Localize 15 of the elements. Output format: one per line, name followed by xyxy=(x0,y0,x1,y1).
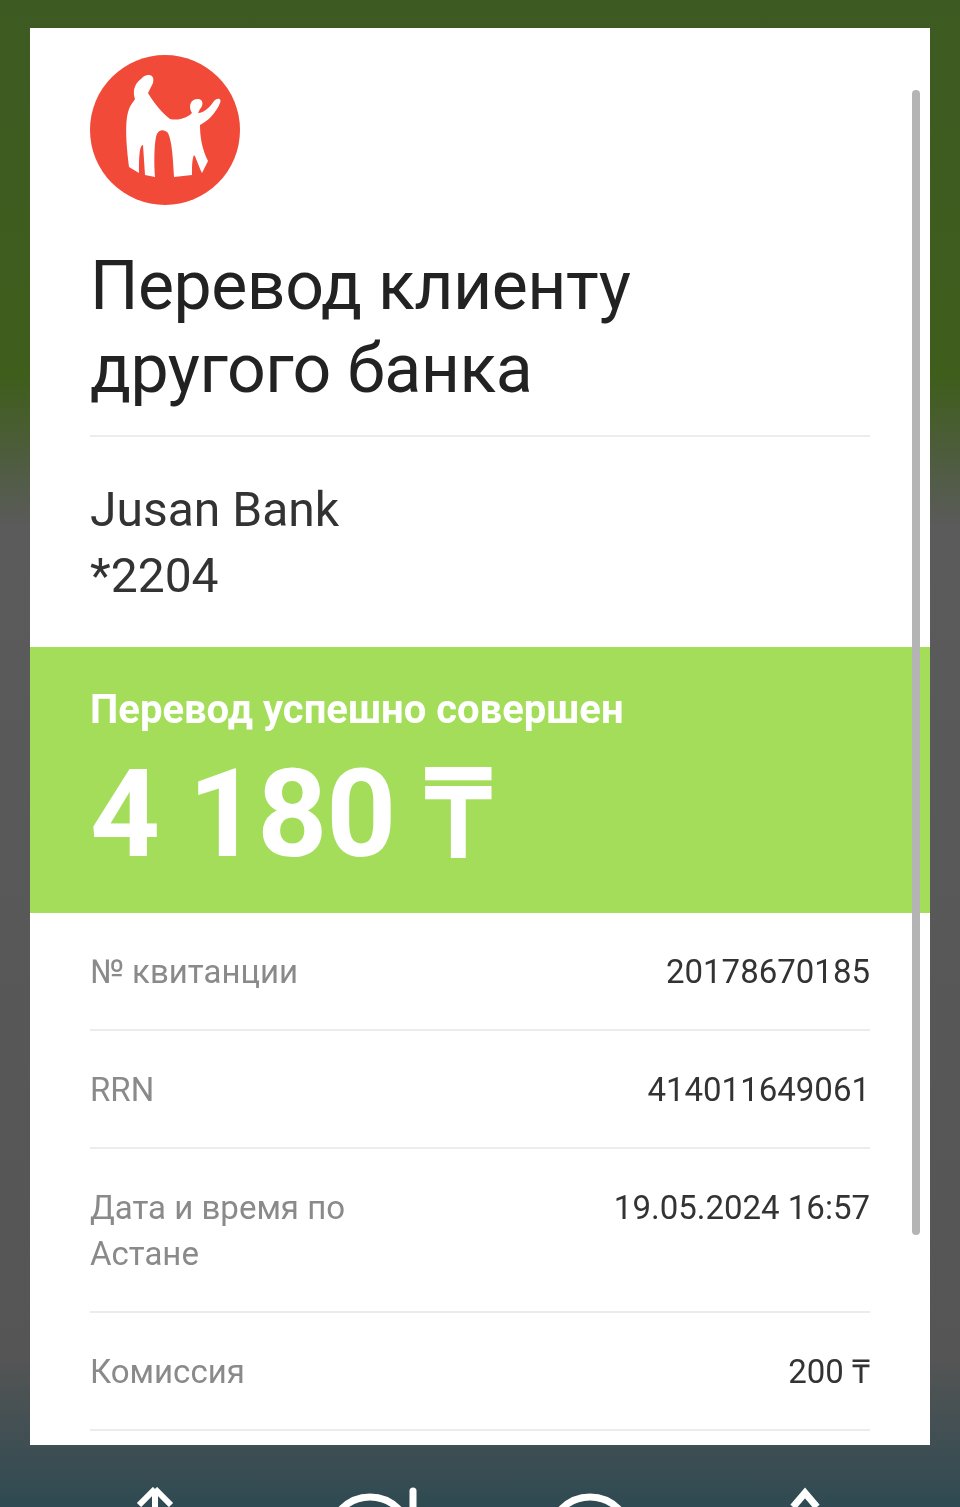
detail-label: Комиссия xyxy=(90,1351,245,1393)
page-title: Перевод клиенту другого банка xyxy=(90,245,632,411)
detail-label: Дата и время по Астане xyxy=(90,1187,347,1275)
detail-value: 200 ₸ xyxy=(788,1351,870,1393)
detail-label: № квитанции xyxy=(90,951,299,993)
success-message: Перевод успешно совершен xyxy=(90,685,625,735)
amount: 4 180 ₸ xyxy=(90,745,493,885)
logo-icon xyxy=(90,55,240,205)
bank-name: Jusan Bank xyxy=(90,480,341,540)
card-number: *2204 xyxy=(90,546,220,606)
detail-label: RRN xyxy=(90,1069,155,1111)
detail-value: 20178670185 xyxy=(666,951,870,993)
detail-value: 19.05.2024 16:57 xyxy=(613,1187,870,1229)
scrollbar[interactable] xyxy=(912,90,920,1235)
detail-value: 414011649061 xyxy=(647,1069,870,1111)
